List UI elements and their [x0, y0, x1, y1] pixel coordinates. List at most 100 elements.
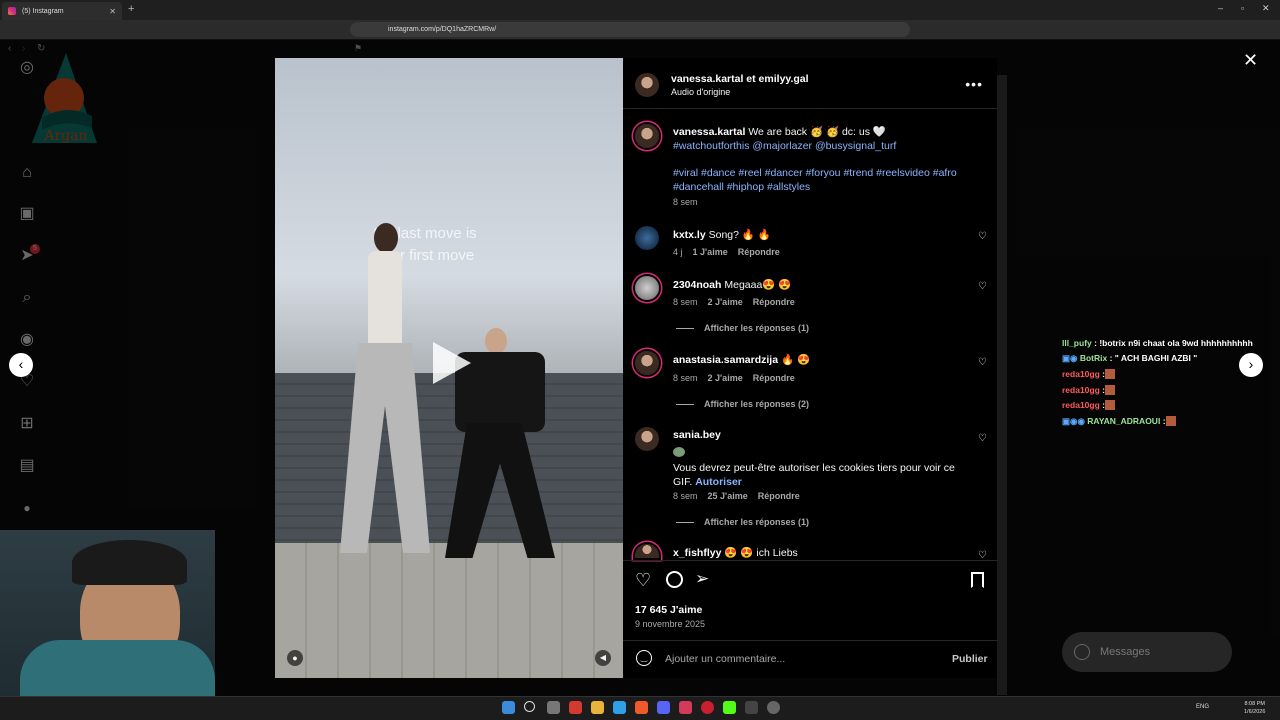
view-replies-label: Afficher les réponses (1) — [704, 517, 810, 527]
save-icon[interactable] — [971, 572, 984, 588]
next-post-icon[interactable]: › — [1239, 353, 1263, 377]
view-replies[interactable]: Afficher les réponses (1) — [676, 323, 809, 333]
language-indicator[interactable]: ENG — [1196, 704, 1209, 710]
close-modal-icon[interactable]: ✕ — [1243, 50, 1258, 71]
chat-user: lll_pufy — [1062, 338, 1092, 348]
caption-user[interactable]: vanessa.kartal — [673, 126, 745, 138]
mute-icon[interactable]: ◀ — [595, 650, 611, 666]
reply-button[interactable]: Répondre — [758, 491, 800, 501]
comment-user[interactable]: x_fishflyy — [673, 547, 721, 559]
browser-tab[interactable]: (5) Instagram ✕ — [2, 2, 122, 20]
taskbar-app-icon[interactable] — [701, 701, 714, 714]
clock-date: 1/6/2026 — [1244, 709, 1266, 715]
comment-time: 8 sem — [673, 373, 698, 383]
instagram-favicon-icon — [8, 7, 16, 15]
post-date: 9 novembre 2025 — [635, 619, 706, 629]
comment-avatar[interactable] — [635, 544, 659, 558]
share-icon[interactable]: ➢ — [695, 569, 709, 589]
comment-user[interactable]: sania.bey — [673, 429, 721, 441]
chat-line: ▣◉◉ RAYAN_ADRAOUI : — [1062, 416, 1176, 427]
more-options-icon[interactable]: ••• — [965, 76, 983, 92]
taskbar-app-icon[interactable] — [613, 701, 626, 714]
like-comment-icon[interactable]: ♡ — [978, 433, 987, 444]
view-replies[interactable]: Afficher les réponses (2) — [676, 399, 809, 409]
chat-line: reda10gg : — [1062, 385, 1116, 395]
publish-button[interactable]: Publier — [952, 653, 988, 665]
comment-text: 🔥 😍 — [780, 354, 811, 366]
like-comment-icon[interactable]: ♡ — [978, 281, 987, 292]
messages-icon — [1074, 644, 1090, 660]
taskbar-app-icon[interactable] — [679, 701, 692, 714]
post-header-user[interactable]: vanessa.kartal et emilyy.gal — [671, 73, 809, 85]
view-replies-label: Afficher les réponses (2) — [704, 399, 810, 409]
close-tab-icon[interactable]: ✕ — [109, 7, 116, 16]
comment-avatar[interactable] — [635, 226, 659, 250]
reel-video[interactable]: My last move is your first move ● ◀ — [275, 58, 623, 678]
reply-button[interactable]: Répondre — [753, 297, 795, 307]
taskbar-app-icon[interactable] — [745, 701, 758, 714]
minimize-icon[interactable]: – — [1218, 3, 1223, 13]
comment-text-2: GIF. — [673, 476, 693, 488]
post-panel: vanessa.kartal et emilyy.gal Audio d'ori… — [623, 58, 997, 678]
allow-cookies-link[interactable]: Autoriser — [695, 476, 742, 488]
obs-icon[interactable] — [767, 701, 780, 714]
play-icon[interactable] — [427, 340, 473, 386]
taskbar-search-icon[interactable] — [524, 701, 535, 712]
comment-user[interactable]: kxtx.ly — [673, 229, 706, 241]
caption-hashtags-2[interactable]: #dancehall #hiphop #allstyles — [673, 180, 957, 194]
chat-emote-icon — [1105, 400, 1116, 410]
caption-text: We are back 🥳 🥳 dc: us 🤍 — [748, 126, 886, 138]
browser-tabbar: (5) Instagram ✕ + – ▫ ✕ — [0, 0, 1280, 20]
caption-mentions[interactable]: #watchoutforthis @majorlazer @busysignal… — [673, 140, 896, 152]
reply-button[interactable]: Répondre — [738, 247, 780, 257]
chat-emote-icon — [1105, 385, 1116, 395]
author-avatar[interactable] — [635, 73, 659, 97]
comment-user[interactable]: 2304noah — [673, 279, 721, 291]
comment-icon[interactable] — [666, 571, 683, 588]
comment-avatar[interactable] — [635, 276, 659, 300]
comment-likes[interactable]: 2 J'aime — [708, 373, 743, 383]
like-icon[interactable]: ♡ — [635, 570, 651, 591]
start-icon[interactable] — [502, 701, 515, 714]
comment-text: 😍 😍 ich Liebs — [724, 547, 798, 559]
clock[interactable]: 8:08 PM 1/6/2026 — [1244, 700, 1265, 716]
task-view-icon[interactable] — [547, 701, 560, 714]
comment-avatar[interactable] — [635, 427, 659, 451]
brave-browser-icon[interactable] — [635, 701, 648, 714]
comment-user[interactable]: anastasia.samardzija — [673, 354, 778, 366]
comment-likes[interactable]: 25 J'aime — [708, 491, 748, 501]
maximize-icon[interactable]: ▫ — [1241, 3, 1244, 13]
comment-input[interactable]: Ajouter un commentaire... — [665, 653, 785, 665]
chat-message: : " ACH BAGHI AZBI " — [1109, 353, 1198, 363]
likes-count[interactable]: 17 645 J'aime — [635, 604, 702, 616]
emoji-icon[interactable]: ‿ — [636, 650, 652, 666]
like-comment-icon[interactable]: ♡ — [978, 231, 987, 242]
taskbar-app-icon[interactable] — [569, 701, 582, 714]
tab-title: (5) Instagram — [22, 7, 64, 15]
comment-text: Vous devrez peut-être autoriser les cook… — [673, 462, 955, 474]
chat-user: BotRix — [1079, 353, 1108, 363]
comment-time: 4 j — [673, 247, 683, 257]
chat-user: reda10gg — [1062, 400, 1100, 410]
caption-avatar[interactable] — [635, 124, 659, 148]
comment-avatar[interactable] — [635, 351, 659, 375]
view-replies[interactable]: Afficher les réponses (1) — [676, 517, 809, 527]
file-explorer-icon[interactable] — [591, 701, 604, 714]
caption-hashtags-1[interactable]: #viral #dance #reel #dancer #foryou #tre… — [673, 166, 957, 180]
chat-line: reda10gg : — [1062, 400, 1116, 410]
discord-icon[interactable] — [657, 701, 670, 714]
reply-button[interactable]: Répondre — [753, 373, 795, 383]
prev-post-icon[interactable]: ‹ — [9, 353, 33, 377]
kick-icon[interactable] — [723, 701, 736, 714]
chat-emote-icon — [1105, 369, 1116, 379]
url-field[interactable]: instagram.com/p/DQ1haZRCMRw/ — [350, 22, 910, 37]
chat-user: reda10gg — [1062, 369, 1100, 379]
close-window-icon[interactable]: ✕ — [1262, 3, 1270, 14]
comment-likes[interactable]: 2 J'aime — [708, 297, 743, 307]
like-comment-icon[interactable]: ♡ — [978, 357, 987, 368]
webcam-overlay — [0, 530, 215, 720]
comment-likes[interactable]: 1 J'aime — [693, 247, 728, 257]
new-tab-icon[interactable]: + — [128, 3, 134, 15]
audio-label[interactable]: Audio d'origine — [671, 87, 730, 97]
tagged-users-icon[interactable]: ● — [287, 650, 303, 666]
